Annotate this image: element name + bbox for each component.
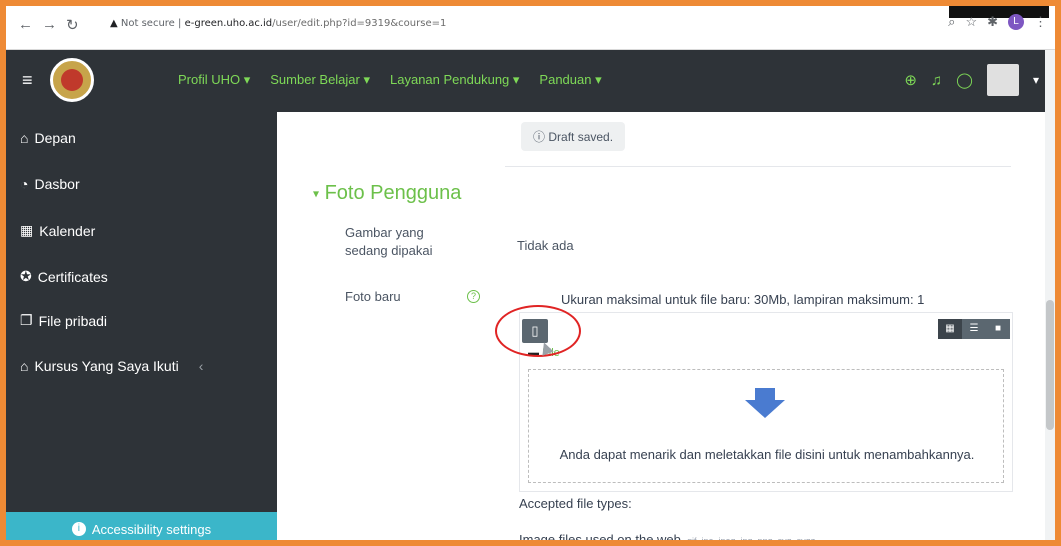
forward-icon[interactable]: → [42, 16, 57, 33]
highlight-circle [495, 305, 581, 357]
section-title: Foto Pengguna [324, 182, 462, 204]
menu-sumber-belajar[interactable]: Sumber Belajar ▾ [270, 72, 370, 88]
sidebar-item-label: File pribadi [38, 312, 108, 329]
reload-icon[interactable]: ↻ [66, 16, 79, 34]
main-menu: Profil UHO ▾ Sumber Belajar ▾ Layanan Pe… [178, 72, 602, 88]
menu-profil-uho[interactable]: Profil UHO ▾ [178, 72, 250, 88]
sidebar-item-dasbor[interactable]: ◔ Dasbor [20, 176, 80, 192]
sidebar-item-label: Kursus Yang Saya Ikuti [34, 358, 179, 374]
image-files-row: Image files used on the web .gif .jpe .j… [519, 532, 816, 546]
current-image-value: Tidak ada [517, 238, 574, 253]
sidebar-item-label: Certificates [37, 268, 108, 285]
home-icon: ⌂ [20, 130, 29, 146]
calendar-icon: ▦ [20, 222, 34, 238]
warning-icon: ▲ [110, 18, 118, 29]
arrow-down-icon [745, 388, 785, 418]
new-photo-label: Foto baru [345, 289, 401, 304]
section-foto-pengguna[interactable]: ▾ Foto Pengguna [313, 182, 461, 205]
accepted-types-label: Accepted file types: [519, 496, 632, 511]
sidebar-item-depan[interactable]: ⌂ Depan [20, 130, 76, 146]
profile-icon[interactable]: L [1008, 14, 1024, 30]
url-separator: | [178, 18, 182, 29]
address-bar[interactable]: ▲ Not secure | e-green.uho.ac.id/user/ed… [110, 18, 446, 29]
extension-icon[interactable]: ✱ [987, 14, 998, 30]
dashboard-icon: ◔ [20, 176, 29, 192]
star-icon[interactable]: ☆ [965, 14, 977, 30]
zoom-icon[interactable]: ⌕ [948, 14, 955, 30]
sidebar-item-label: Dasbor [34, 176, 80, 192]
accessibility-settings-button[interactable]: i Accessibility settings [6, 512, 277, 540]
chevron-down-icon[interactable]: ▾ [1033, 73, 1039, 87]
menu-layanan-pendukung[interactable]: Layanan Pendukung ▾ [390, 72, 519, 88]
files-icon: ❐ [20, 312, 33, 328]
image-files-ext: .gif .jpe .jpeg .jpg .png .svg .svgz [684, 536, 816, 546]
hamburger-icon[interactable]: ≡ [22, 70, 33, 91]
divider [505, 166, 1011, 167]
back-icon[interactable]: ← [18, 16, 33, 33]
avatar[interactable] [986, 64, 1019, 96]
info-icon: ⓘ [533, 130, 546, 144]
scrollbar[interactable] [1045, 50, 1055, 540]
sidebar-item-label: Kalender [39, 222, 96, 239]
main-content: ⓘ Draft saved. ▾ Foto Pengguna Gambar ya… [277, 112, 1055, 546]
current-image-label: Gambar yang sedang dipakai [345, 225, 433, 258]
max-size-info: Ukuran maksimal untuk file baru: 30Mb, l… [561, 292, 925, 307]
drop-zone[interactable]: Anda dapat menarik dan meletakkan file d… [528, 369, 1004, 483]
browser-toolbar: ← → ↻ ▲ Not secure | e-green.uho.ac.id/u… [6, 6, 1055, 50]
sidebar-item-kursus[interactable]: ⌂ Kursus Yang Saya Ikuti ‹ [20, 358, 203, 374]
menu-panduan[interactable]: Panduan ▾ [539, 72, 601, 88]
graduation-cap-icon: ⌂ [20, 358, 29, 374]
image-files-label: Image files used on the web [519, 532, 681, 546]
sidebar-item-kalender[interactable]: ▦ Kalender [20, 222, 95, 239]
folder-view-icon[interactable]: ■ [986, 319, 1010, 339]
collapse-chevron-icon: ▾ [313, 186, 320, 201]
chevron-left-icon: ‹ [198, 358, 204, 374]
url-path: /user/edit.php?id=9319&course=1 [272, 18, 447, 29]
grid-view-icon[interactable]: ▦ [938, 319, 962, 339]
logo-emblem [61, 69, 83, 91]
drop-text: Anda dapat menarik dan meletakkan file d… [559, 447, 975, 462]
scrollbar-thumb[interactable] [1046, 300, 1054, 430]
sidebar-item-label: Depan [34, 130, 76, 146]
security-label: Not secure [120, 18, 175, 29]
list-view-icon[interactable]: ☰ [962, 319, 986, 339]
sidebar: ⌂ Depan ◔ Dasbor ▦ Kalender ✪ Certificat… [6, 112, 277, 540]
sidebar-item-file-pribadi[interactable]: ❐ File pribadi [20, 312, 107, 329]
file-picker: ▯ ▦ ☰ ■ ▬ File Anda dapat menarik dan me… [519, 312, 1013, 492]
site-navbar: ≡ Profil UHO ▾ Sumber Belajar ▾ Layanan … [6, 50, 1055, 112]
globe-icon[interactable]: ⊕ [904, 71, 917, 89]
browser-icons: ⌕ ☆ ✱ L ⋮ [948, 14, 1047, 30]
draft-saved-notice: ⓘ Draft saved. [521, 122, 626, 151]
url-domain: e-green.uho.ac.id [184, 18, 273, 29]
uho-logo[interactable] [50, 58, 94, 102]
accessibility-label: Accessibility settings [91, 521, 212, 537]
certificate-icon: ✪ [20, 268, 32, 284]
help-icon[interactable]: ? [467, 290, 480, 303]
sidebar-item-certificates[interactable]: ✪ Certificates [20, 268, 108, 285]
navbar-actions: ⊕ ♫ ◯ ▾ [904, 64, 1039, 96]
chat-icon[interactable]: ◯ [956, 71, 973, 89]
view-toggles: ▦ ☰ ■ [938, 319, 1010, 339]
draft-saved-text: Draft saved. [548, 130, 614, 144]
screenshot-frame: ← → ↻ ▲ Not secure | e-green.uho.ac.id/u… [0, 0, 1061, 546]
accessibility-icon: i [71, 522, 86, 536]
bell-icon[interactable]: ♫ [931, 72, 942, 89]
more-menu-icon[interactable]: ⋮ [1034, 14, 1047, 30]
